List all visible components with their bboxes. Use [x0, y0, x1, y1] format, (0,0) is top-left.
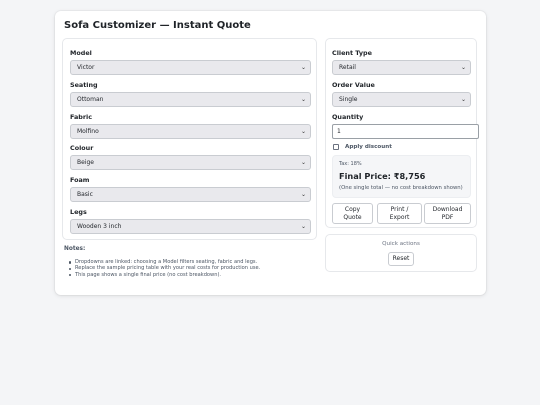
seating-select-value: Ottoman: [77, 96, 104, 103]
order-value-select[interactable]: Single ⌄: [332, 92, 471, 107]
client-type-label: Client Type: [332, 49, 372, 57]
legs-select[interactable]: Wooden 3 inch ⌄: [70, 219, 311, 234]
foam-label: Foam: [70, 176, 90, 184]
legs-label: Legs: [70, 208, 87, 216]
foam-select[interactable]: Basic ⌄: [70, 187, 311, 202]
notes-title: Notes:: [64, 246, 86, 252]
quote-card: Sofa Customizer — Instant Quote Model Vi…: [55, 11, 486, 295]
model-label: Model: [70, 49, 92, 57]
price-result-box: Tax: 18% Final Price: ₹8,756 (One single…: [332, 155, 471, 198]
tax-text: Tax: 18%: [339, 161, 362, 167]
colour-select-value: Beige: [77, 159, 94, 166]
model-select[interactable]: Victor ⌄: [70, 60, 311, 75]
seating-label: Seating: [70, 81, 98, 89]
chevron-down-icon: ⌄: [300, 96, 306, 103]
quantity-input[interactable]: 1: [332, 124, 479, 139]
discount-checkbox[interactable]: [333, 144, 339, 150]
client-type-select[interactable]: Retail ⌄: [332, 60, 471, 75]
fabric-label: Fabric: [70, 113, 93, 121]
print-export-button[interactable]: Print / Export: [377, 203, 422, 224]
seating-select[interactable]: Ottoman ⌄: [70, 92, 311, 107]
quick-actions-panel: Quick actions Reset: [325, 234, 477, 272]
chevron-down-icon: ⌄: [300, 223, 306, 230]
chevron-down-icon: ⌄: [460, 64, 466, 71]
reset-button[interactable]: Reset: [388, 252, 414, 266]
quick-actions-title: Quick actions: [382, 241, 420, 247]
chevron-down-icon: ⌄: [300, 159, 306, 166]
fabric-select-value: Molfino: [77, 128, 99, 135]
chevron-down-icon: ⌄: [300, 64, 306, 71]
discount-label[interactable]: Apply discount: [345, 144, 392, 150]
chevron-down-icon: ⌄: [300, 128, 306, 135]
product-options-panel: Model Victor ⌄ Seating Ottoman ⌄ Fabric …: [62, 38, 317, 240]
client-type-value: Retail: [339, 64, 356, 71]
chevron-down-icon: ⌄: [300, 191, 306, 198]
foam-select-value: Basic: [77, 191, 93, 198]
copy-quote-button[interactable]: Copy Quote: [332, 203, 373, 224]
legs-select-value: Wooden 3 inch: [77, 223, 122, 230]
final-price: Final Price: ₹8,756: [339, 171, 426, 181]
price-note: (One single total — no cost breakdown sh…: [339, 185, 463, 191]
chevron-down-icon: ⌄: [460, 96, 466, 103]
order-value-label: Order Value: [332, 81, 375, 89]
order-value-value: Single: [339, 96, 358, 103]
notes-list: Dropdowns are linked: choosing a Model f…: [68, 259, 260, 278]
colour-select[interactable]: Beige ⌄: [70, 155, 311, 170]
page-title: Sofa Customizer — Instant Quote: [64, 20, 251, 31]
list-item: This page shows a single final price (no…: [68, 272, 260, 278]
model-select-value: Victor: [77, 64, 95, 71]
fabric-select[interactable]: Molfino ⌄: [70, 124, 311, 139]
colour-label: Colour: [70, 144, 94, 152]
quantity-label: Quantity: [332, 113, 364, 121]
download-pdf-button[interactable]: Download PDF: [424, 203, 471, 224]
quote-panel: Client Type Retail ⌄ Order Value Single …: [325, 38, 479, 228]
